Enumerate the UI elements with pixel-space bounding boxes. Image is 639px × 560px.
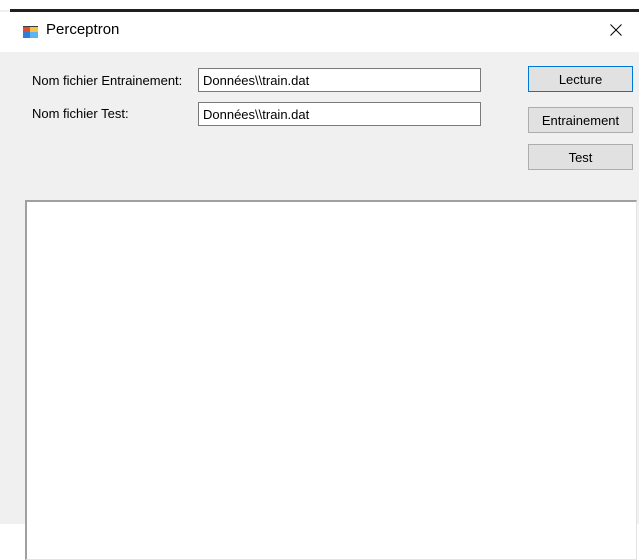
main-window: Perceptron Nom fichier Entrainement: Nom… bbox=[0, 0, 639, 560]
window-title: Perceptron bbox=[46, 21, 120, 38]
test-file-input[interactable] bbox=[198, 102, 481, 126]
read-button[interactable]: Lecture bbox=[528, 66, 633, 92]
test-file-label: Nom fichier Test: bbox=[32, 106, 129, 121]
close-button[interactable] bbox=[593, 12, 639, 52]
title-bar[interactable]: Perceptron bbox=[0, 12, 639, 52]
client-area: Nom fichier Entrainement: Nom fichier Te… bbox=[0, 52, 639, 560]
close-icon bbox=[610, 23, 622, 41]
test-button[interactable]: Test bbox=[528, 144, 633, 170]
train-file-input[interactable] bbox=[198, 68, 481, 92]
train-button[interactable]: Entrainement bbox=[528, 107, 633, 133]
app-window-icon bbox=[22, 24, 39, 39]
train-file-label: Nom fichier Entrainement: bbox=[32, 73, 183, 88]
output-textarea[interactable] bbox=[25, 200, 637, 560]
